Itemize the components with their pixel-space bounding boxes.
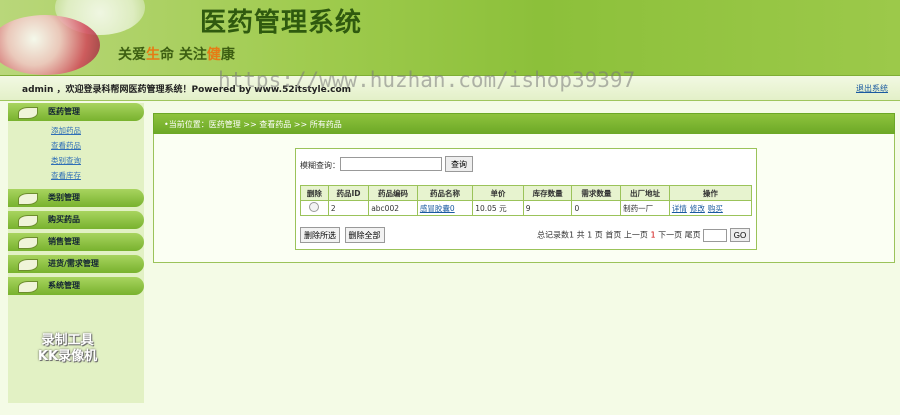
leaf-icon xyxy=(18,107,38,119)
col-demand: 需求数量 xyxy=(571,185,622,201)
menu-group-sales[interactable]: 销售管理 xyxy=(8,233,144,251)
table-header-row: 删除 药品ID 药品编码 药品名称 单价 库存数量 需求数量 出厂地址 操作 xyxy=(300,185,753,201)
delete-selected-button[interactable]: 删除所选 xyxy=(300,227,340,243)
menu-group-system[interactable]: 系统管理 xyxy=(8,277,144,295)
menu-group-restock[interactable]: 进货/需求管理 xyxy=(8,255,144,273)
cell-select xyxy=(300,200,329,216)
content-area: 模糊查询： 查询 删除 药品ID 药品编码 药品名称 单价 库存数量 需求数量 … xyxy=(153,134,895,263)
col-factory: 出厂地址 xyxy=(620,185,670,201)
submenu-medicine: 添加药品 查看药品 类别查询 查看库存 xyxy=(8,123,144,183)
watermark: https://www.huzhan.com/ishop39397 xyxy=(218,68,636,92)
leaf-icon xyxy=(18,215,38,227)
search-button[interactable]: 查询 xyxy=(445,156,473,172)
col-operations: 操作 xyxy=(668,185,753,201)
leaf-icon xyxy=(18,193,38,205)
medicine-list-panel: 模糊查询： 查询 删除 药品ID 药品编码 药品名称 单价 库存数量 需求数量 … xyxy=(295,148,757,250)
sidebar-item-add-medicine[interactable]: 添加药品 xyxy=(51,123,144,138)
col-name: 药品名称 xyxy=(416,185,474,201)
breadcrumb: •当前位置：医药管理 >> 查看药品 >> 所有药品 xyxy=(164,120,342,129)
sidebar-item-view-medicine[interactable]: 查看药品 xyxy=(51,138,144,153)
menu-group-medicine[interactable]: 医药管理 xyxy=(8,103,144,121)
col-id: 药品ID xyxy=(327,185,370,201)
cell-id: 2 xyxy=(327,200,370,216)
cell-stock: 9 xyxy=(522,200,573,216)
pagination: 总记录数1 共 1 页 首页 上一页 1 下一页 尾页 GO xyxy=(537,228,751,242)
logout-link[interactable]: 退出系统 xyxy=(856,83,888,94)
page-jump-input[interactable] xyxy=(703,228,728,242)
detail-link[interactable]: 详情 xyxy=(672,204,687,213)
col-stock: 库存数量 xyxy=(522,185,573,201)
delete-all-button[interactable]: 删除全部 xyxy=(344,227,385,243)
search-label: 模糊查询： xyxy=(300,161,340,170)
cell-operations: 详情 修改 购买 xyxy=(668,200,753,216)
pager-current: 1 xyxy=(650,230,656,240)
capsule-graphic xyxy=(0,15,100,75)
go-button[interactable]: GO xyxy=(729,228,751,242)
recorder-logo: 录制工具 KK录像机 xyxy=(37,333,98,364)
pager-next[interactable]: 下一页 尾页 xyxy=(658,231,701,240)
cell-price: 10.05 元 xyxy=(472,200,524,216)
col-price: 单价 xyxy=(472,185,524,201)
buy-link[interactable]: 购买 xyxy=(708,204,723,213)
search-row: 模糊查询： 查询 xyxy=(300,156,473,172)
table-row: 2 abc002 感冒胶囊0 10.05 元 9 0 制药一厂 详情 修改 购买 xyxy=(300,200,753,216)
leaf-icon xyxy=(18,237,38,249)
sidebar-item-view-stock[interactable]: 查看库存 xyxy=(51,168,144,183)
medicine-table: 删除 药品ID 药品编码 药品名称 单价 库存数量 需求数量 出厂地址 操作 2… xyxy=(300,185,753,216)
action-buttons: 删除所选 删除全部 xyxy=(300,227,387,243)
menu-group-purchase[interactable]: 购买药品 xyxy=(8,211,144,229)
system-title: 医药管理系统 xyxy=(200,8,363,38)
cell-factory: 制药一厂 xyxy=(620,200,670,216)
medicine-name-link[interactable]: 感冒胶囊0 xyxy=(416,200,474,216)
edit-link[interactable]: 修改 xyxy=(690,204,705,213)
select-radio[interactable] xyxy=(309,202,320,212)
leaf-icon xyxy=(18,281,38,293)
breadcrumb-bar: •当前位置：医药管理 >> 查看药品 >> 所有药品 xyxy=(153,113,895,135)
col-code: 药品编码 xyxy=(368,185,418,201)
cell-code: abc002 xyxy=(368,200,418,216)
menu-group-category[interactable]: 类别管理 xyxy=(8,189,144,207)
pager-info: 总记录数1 共 1 页 首页 上一页 xyxy=(537,230,648,240)
cell-demand: 0 xyxy=(571,200,622,216)
col-delete: 删除 xyxy=(300,185,329,201)
leaf-icon xyxy=(18,259,38,271)
search-input[interactable] xyxy=(340,157,442,171)
header-banner: 医药管理系统 关爱生命 关注健康 xyxy=(0,0,900,75)
slogan: 关爱生命 关注健康 xyxy=(118,47,235,63)
sidebar-item-category-query[interactable]: 类别查询 xyxy=(51,153,144,168)
